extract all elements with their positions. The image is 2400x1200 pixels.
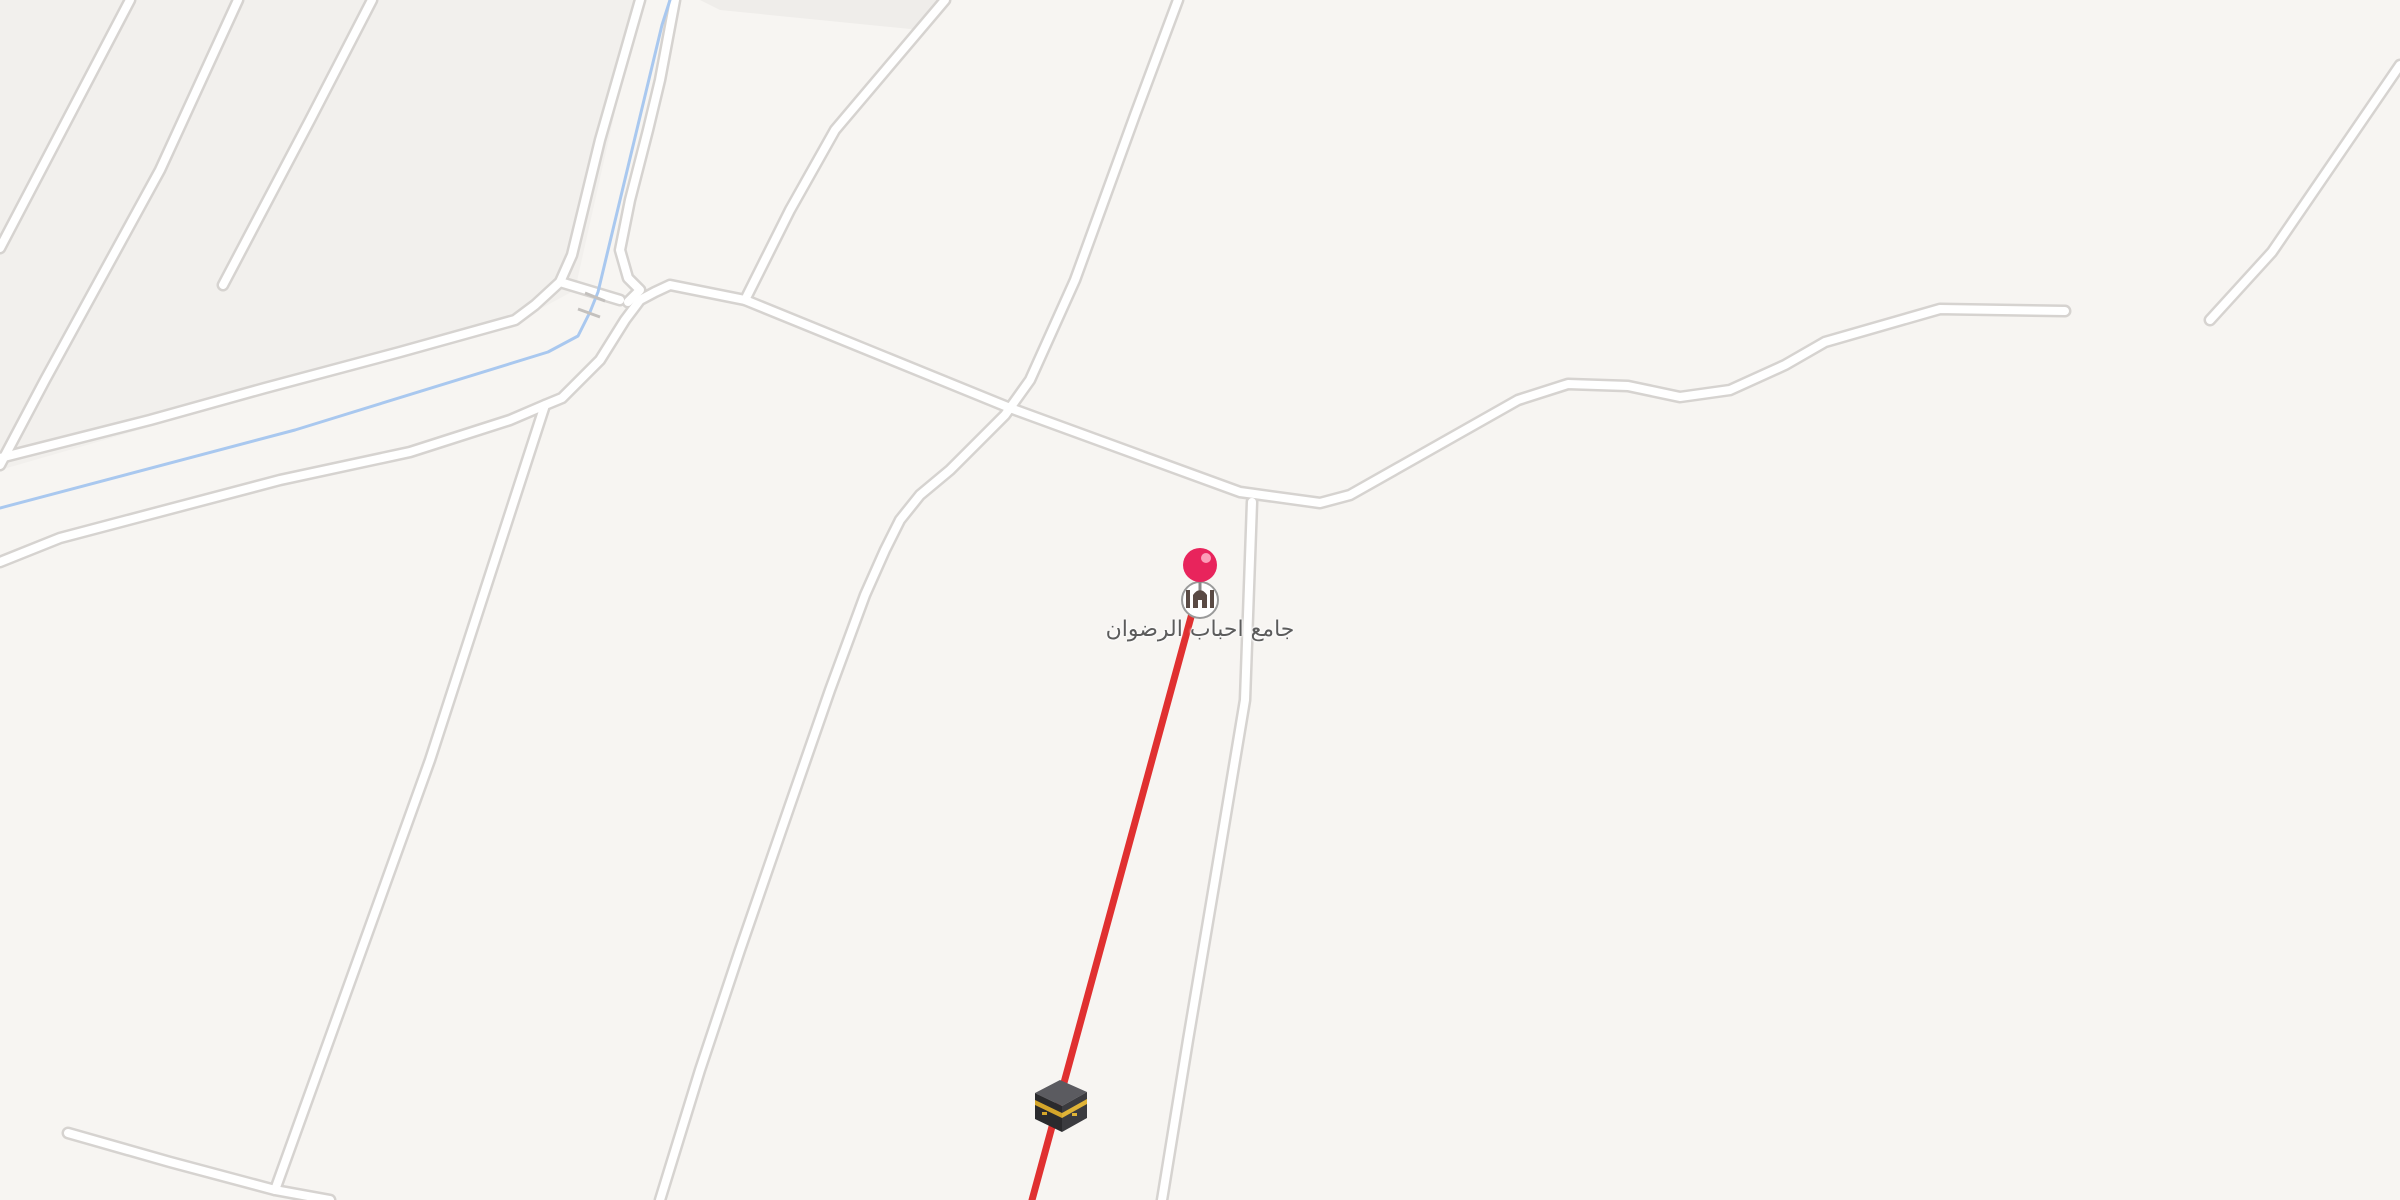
poi-label[interactable]: جامع احباب الرضوان [1050,617,1350,642]
kaaba-icon[interactable] [1035,1080,1087,1132]
map-view[interactable]: جامع احباب الرضوان [0,0,2400,1200]
land-shading [0,0,940,470]
map-canvas[interactable] [0,0,2400,1200]
map-pin-icon[interactable] [1183,548,1217,590]
